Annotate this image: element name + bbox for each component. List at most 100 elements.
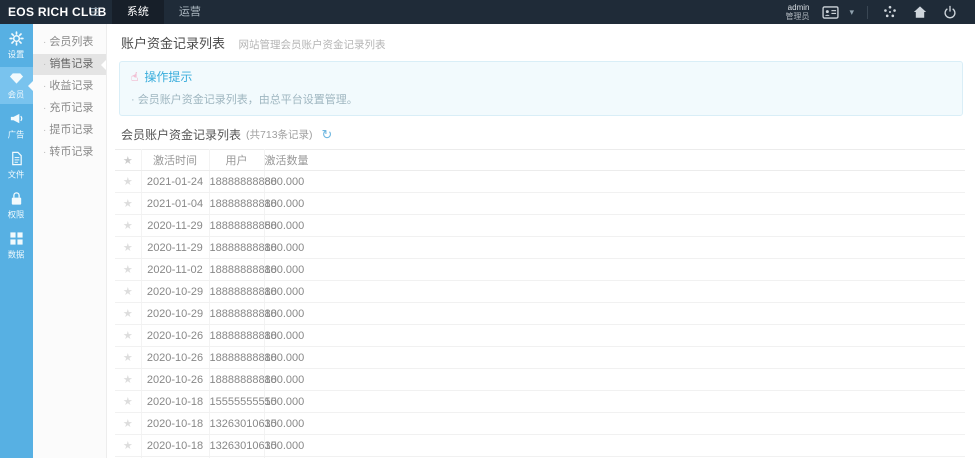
topbar: EOS RICH CLUB ☰ 系统 运营 admin 管理员 ▾ (0, 0, 975, 24)
favorite-cell: ★ (115, 258, 142, 281)
favorite-star-icon[interactable]: ★ (123, 286, 133, 298)
bullet-icon: · (43, 81, 47, 92)
sidebar-item-lock[interactable]: 权限 (0, 187, 33, 224)
page-subtitle: 网站管理会员账户资金记录列表 (238, 39, 386, 51)
favorite-star-icon[interactable]: ★ (123, 308, 133, 320)
submenu-item-1[interactable]: · 销售记录 (33, 54, 106, 75)
favorite-cell: ★ (115, 434, 142, 457)
megaphone-icon (9, 111, 24, 126)
cell-activation-time: 2020-11-02 (141, 258, 210, 281)
table-row: ★ 2020-10-26 18888888888 100.000 (115, 368, 965, 391)
records-table: ★ 激活时间 用户 激活数量 ★ 2021-01-24 18888888888 800… (115, 149, 965, 458)
cell-activation-time: 2020-10-29 (141, 280, 210, 303)
favorite-star-icon[interactable]: ★ (123, 176, 133, 188)
favorite-star-icon[interactable]: ★ (123, 374, 133, 386)
cell-activation-amount: 500.000 (264, 214, 965, 237)
page-title: 账户资金记录列表 (121, 36, 226, 51)
cell-activation-time: 2020-10-29 (141, 302, 210, 325)
user-info[interactable]: admin 管理员 (785, 3, 809, 21)
cell-activation-time: 2020-10-18 (141, 390, 210, 413)
cell-user: 18888888888 (209, 258, 277, 281)
table-caption-row: 会员账户资金记录列表 (共713条记录) ↻ (107, 123, 975, 149)
topbar-tab-1[interactable]: 运营 (164, 0, 216, 24)
table-row: ★ 2020-10-26 18888888888 100.000 (115, 324, 965, 347)
favorite-star-icon[interactable]: ★ (123, 396, 133, 408)
cell-activation-time: 2021-01-24 (141, 170, 210, 193)
submenu-item-label: 提币记录 (49, 124, 94, 136)
lock-icon (9, 191, 24, 206)
hand-pointer-icon: ☝ (131, 69, 139, 84)
record-count: (共713条记录) (246, 129, 313, 141)
table-caption: 会员账户资金记录列表 (121, 128, 242, 142)
favorite-star-icon[interactable]: ★ (123, 264, 133, 276)
bullet-icon: · (43, 37, 47, 48)
submenu-sidebar: · 会员列表 · 销售记录 · 收益记录 · 充币记录 · 提币记录 · 转币记录 (33, 24, 107, 458)
sidebar-item-label: 设置 (8, 49, 25, 60)
favorite-star-icon[interactable]: ★ (123, 352, 133, 364)
cell-activation-time: 2020-10-26 (141, 346, 210, 369)
favorite-cell: ★ (115, 192, 142, 215)
cell-activation-amount: 100.000 (264, 192, 965, 215)
sidebar-item-megaphone[interactable]: 广告 (0, 107, 33, 144)
bullet-icon: · (43, 125, 47, 136)
cell-activation-amount: 100.000 (264, 390, 965, 413)
cell-activation-amount: 100.000 (264, 412, 965, 435)
sidebar-item-file[interactable]: 文件 (0, 147, 33, 184)
cell-activation-time: 2020-10-18 (141, 434, 210, 457)
submenu-item-2[interactable]: · 收益记录 (33, 76, 106, 97)
sidebar-item-label: 文件 (8, 169, 25, 180)
cell-activation-time: 2020-10-26 (141, 324, 210, 347)
gem-icon (9, 71, 24, 86)
cell-activation-amount: 100.000 (264, 236, 965, 259)
submenu-item-label: 销售记录 (49, 58, 94, 70)
star-column-header: ★ (115, 149, 142, 171)
submenu-item-label: 收益记录 (49, 80, 94, 92)
cell-user: 18888888888 (209, 192, 277, 215)
column-header-time: 激活时间 (141, 149, 210, 171)
topbar-tab-0[interactable]: 系统 (111, 0, 164, 24)
refresh-icon[interactable]: ↻ (322, 127, 333, 143)
cell-activation-time: 2021-01-04 (141, 192, 210, 215)
favorite-cell: ★ (115, 280, 142, 303)
submenu-item-0[interactable]: · 会员列表 (33, 32, 106, 53)
favorite-star-icon[interactable]: ★ (123, 440, 133, 452)
power-icon[interactable] (943, 5, 957, 19)
cell-user: 18888888888 (209, 280, 277, 303)
cell-user: 18888888888 (209, 324, 277, 347)
chevron-down-icon[interactable]: ▾ (849, 7, 854, 18)
favorite-star-icon[interactable]: ★ (123, 418, 133, 430)
table-row: ★ 2020-10-26 18888888888 100.000 (115, 346, 965, 369)
user-name: admin (787, 3, 810, 12)
submenu-item-3[interactable]: · 充币记录 (33, 98, 106, 119)
table-row: ★ 2020-10-18 15555555555 100.000 (115, 390, 965, 413)
menu-toggle-icon[interactable]: ☰ (90, 6, 100, 19)
clear-cache-icon[interactable] (883, 5, 897, 19)
sidebar-item-gem[interactable]: 会员 (0, 67, 33, 104)
submenu-item-5[interactable]: · 转币记录 (33, 142, 106, 163)
favorite-star-icon[interactable]: ★ (123, 330, 133, 342)
alert-body: · 会员账户资金记录列表，由总平台设置管理。 (131, 94, 358, 106)
alert-title: 操作提示 (144, 70, 193, 84)
submenu-item-4[interactable]: · 提币记录 (33, 120, 106, 141)
favorite-star-icon[interactable]: ★ (123, 220, 133, 232)
topbar-right: admin 管理员 ▾ (785, 0, 975, 24)
sidebar-item-grid[interactable]: 数据 (0, 227, 33, 264)
home-icon[interactable] (913, 5, 927, 19)
cell-activation-time: 2020-10-26 (141, 368, 210, 391)
favorite-star-icon[interactable]: ★ (123, 198, 133, 210)
table-row: ★ 2020-10-29 18888888888 100.000 (115, 302, 965, 325)
cell-activation-amount: 100.000 (264, 302, 965, 325)
cell-activation-time: 2020-10-18 (141, 412, 210, 435)
favorite-star-icon[interactable]: ★ (123, 242, 133, 254)
sidebar-item-label: 权限 (8, 209, 25, 220)
alert-title-row: ☝ 操作提示 (131, 68, 951, 85)
id-card-icon[interactable] (822, 5, 840, 19)
submenu-item-label: 充币记录 (49, 102, 94, 114)
sidebar-item-gear[interactable]: 设置 (0, 27, 33, 64)
cell-user: 18888888888 (209, 368, 277, 391)
bullet-icon: · (43, 147, 47, 158)
favorite-cell: ★ (115, 170, 142, 193)
table-row: ★ 2021-01-04 18888888888 100.000 (115, 192, 965, 215)
submenu-item-label: 转币记录 (49, 146, 94, 158)
cell-user: 15555555555 (209, 390, 277, 413)
